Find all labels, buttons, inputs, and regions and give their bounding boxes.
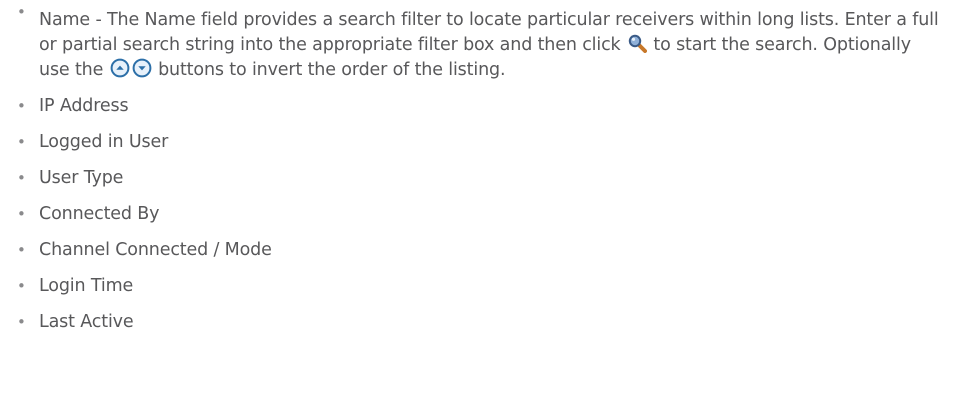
list-item-label-logged-in-user: Logged in User xyxy=(39,132,169,152)
list-item: • User Type xyxy=(0,166,963,191)
list-item-name: • Name - The Name field provides a searc… xyxy=(0,0,963,83)
list-item: • Last Active xyxy=(0,310,963,335)
bullet: • xyxy=(17,205,26,223)
bullet: • xyxy=(17,169,26,187)
list-item-label-ip-address: IP Address xyxy=(39,96,129,116)
list-item: • Connected By xyxy=(0,202,963,227)
list-item: • Login Time xyxy=(0,274,963,299)
document-page: • Name - The Name field provides a searc… xyxy=(0,0,963,402)
bullet: • xyxy=(17,133,26,151)
list-item-text: Name - The Name field provides a search … xyxy=(0,8,945,83)
bullet: • xyxy=(17,3,26,21)
list-item-label-last-active: Last Active xyxy=(39,312,134,332)
bullet: • xyxy=(17,241,26,259)
list-item-label-user-type: User Type xyxy=(39,168,124,188)
list-item: • IP Address xyxy=(0,94,963,119)
search-icon xyxy=(627,33,647,53)
sort-ascending-icon xyxy=(110,58,130,78)
bullet: • xyxy=(17,97,26,115)
list-item-label-login-time: Login Time xyxy=(39,276,134,296)
list-item: • Logged in User xyxy=(0,130,963,155)
bullet: • xyxy=(17,313,26,331)
list-item-label-connected-by: Connected By xyxy=(39,204,160,224)
list-item: • Channel Connected / Mode xyxy=(0,238,963,263)
sort-descending-icon xyxy=(132,58,152,78)
field-list: • Name - The Name field provides a searc… xyxy=(0,0,963,335)
name-description-part3: buttons to invert the order of the listi… xyxy=(158,60,506,80)
list-item-label-channel-connected-mode: Channel Connected / Mode xyxy=(39,240,272,260)
bullet: • xyxy=(17,277,26,295)
